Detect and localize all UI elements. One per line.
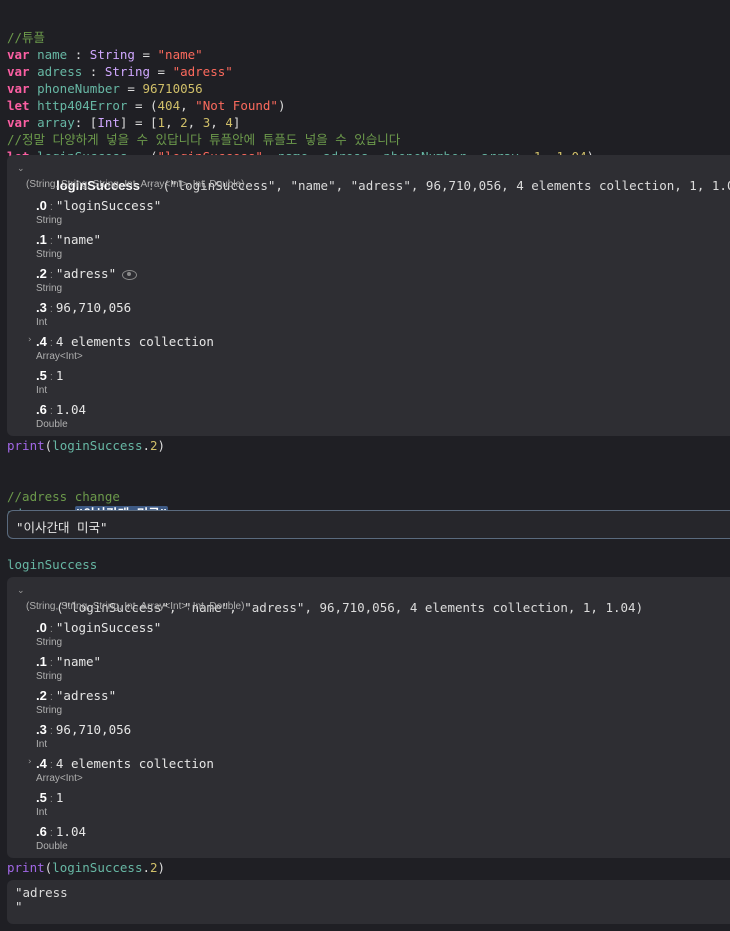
type-summary: (String, String, String, Int, Array<Int>…	[26, 601, 245, 612]
tuple-row[interactable]: .6:1.04 Double	[36, 824, 86, 852]
result-panel-1: ⌄ loginSuccess : ("loginSuccess", "name",…	[7, 155, 730, 436]
chevron-down-icon[interactable]: ⌄	[17, 586, 25, 596]
tuple-row[interactable]: .5:1 Int	[36, 368, 63, 396]
type-summary: (String, String, String, Int, Array<Int>…	[26, 179, 245, 190]
tuple-row[interactable]: › .4:4 elements collection Array<Int>	[28, 334, 214, 362]
tuple-row[interactable]: › .4:4 elements collection Array<Int>	[28, 756, 214, 784]
tuple-row[interactable]: .3:96,710,056 Int	[36, 722, 131, 750]
code-line-print-1[interactable]: print(loginSuccess.2)	[7, 437, 165, 454]
value-summary: ("loginSuccess", "name", "adress", 96,71…	[162, 178, 730, 193]
tuple-row[interactable]: .2: "adress" String	[36, 266, 138, 294]
code-line-adress[interactable]: var adress : String = "adress"	[7, 64, 233, 79]
code-line-name[interactable]: var name : String = "name"	[7, 47, 203, 62]
chevron-right-icon[interactable]: ›	[28, 757, 32, 767]
code-line-phone[interactable]: var phoneNumber = 96710056	[7, 81, 203, 96]
comment-line: //정말 다양하게 넣을 수 있답니다 튜플안에 튜플도 넣을 수 있습니다	[7, 132, 401, 147]
code-line-http[interactable]: let http404Error = (404, "Not Found")	[7, 98, 286, 113]
code-line-login-success[interactable]: loginSuccess	[7, 556, 97, 573]
eye-icon[interactable]	[122, 269, 138, 280]
tuple-row[interactable]: .2: "adress" String	[36, 688, 116, 716]
tuple-row[interactable]: .0: "loginSuccess" String	[36, 198, 161, 226]
result-panel-2: ⌄ ("loginSuccess", "name", "adress", 96,7…	[7, 577, 730, 858]
chevron-down-icon[interactable]: ⌄	[17, 164, 25, 174]
tuple-row[interactable]: .0: "loginSuccess" String	[36, 620, 161, 648]
tuple-row[interactable]: .6:1.04 Double	[36, 402, 86, 430]
comment-line: //adress change	[7, 489, 120, 504]
inline-result-value: "이사간대 미국"	[16, 520, 108, 535]
comment-line: //튜플	[7, 30, 46, 45]
tuple-row[interactable]: .3:96,710,056 Int	[36, 300, 131, 328]
tuple-row[interactable]: .1: "name" String	[36, 232, 101, 260]
tuple-row[interactable]: .1: "name" String	[36, 654, 101, 682]
tuple-row[interactable]: .5:1 Int	[36, 790, 63, 818]
code-block-1[interactable]: //튜플 var name : String = "name" var adre…	[7, 12, 594, 165]
print-output-panel: "adress "	[7, 880, 730, 924]
inline-result: "이사간대 미국"	[7, 510, 730, 539]
code-line-array[interactable]: var array: [Int] = [1, 2, 3, 4]	[7, 115, 240, 130]
chevron-right-icon[interactable]: ›	[28, 335, 32, 345]
print-output-text: "adress "	[15, 885, 68, 914]
code-line-print-2[interactable]: print(loginSuccess.2)	[7, 859, 165, 876]
